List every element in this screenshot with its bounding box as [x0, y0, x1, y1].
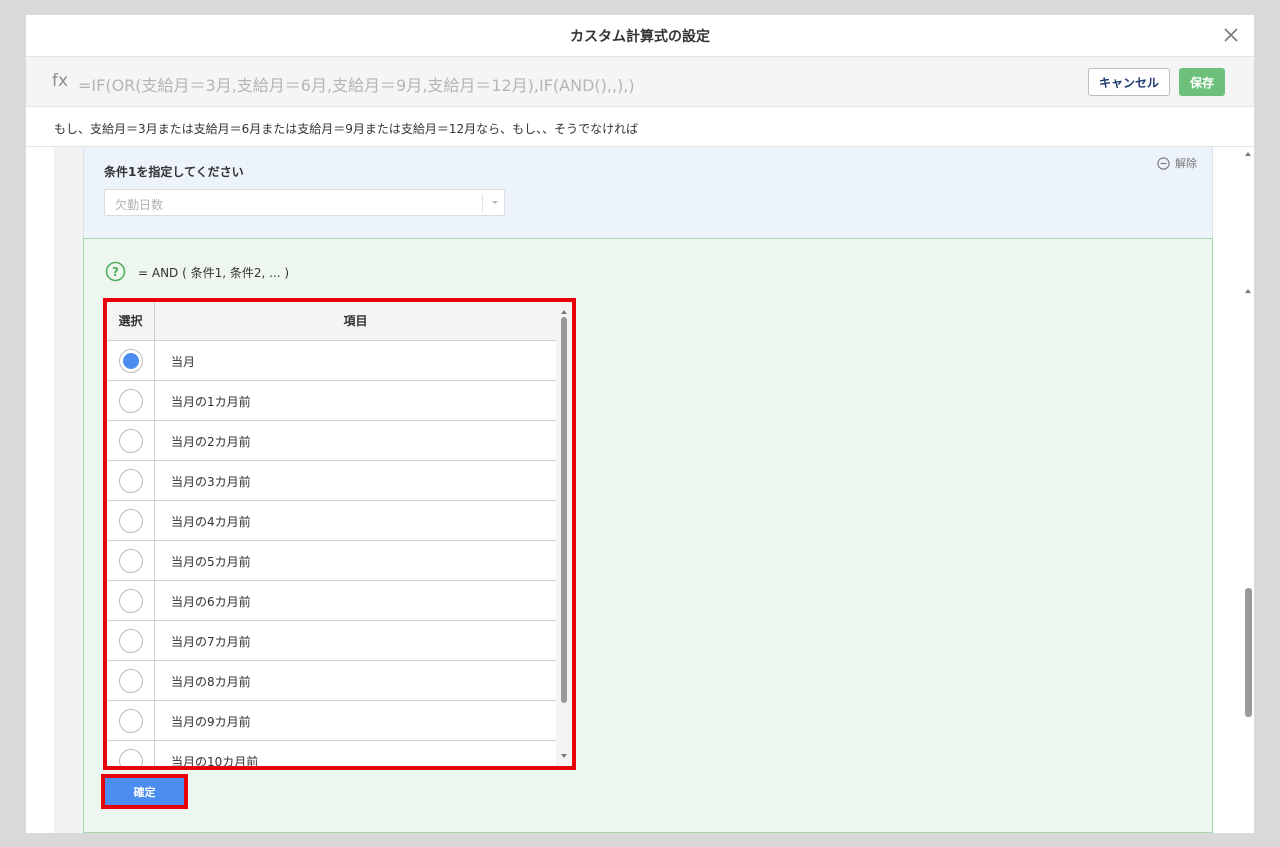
close-icon[interactable] — [1220, 24, 1242, 46]
scroll-up-icon[interactable] — [1245, 289, 1251, 293]
select-cell — [107, 341, 155, 381]
row-radio[interactable] — [119, 589, 143, 613]
select-cell — [107, 381, 155, 421]
formula-text: =IF(OR(支給月＝3月,支給月＝6月,支給月＝9月,支給月＝12月),IF(… — [78, 76, 635, 95]
condition-label: 条件1を指定してください — [104, 165, 244, 179]
month-selection-table: 選択 項目 当月当月の1カ月前 当月の2カ月前 当月の3カ月前 当月の4カ月前 当月の5… — [103, 298, 576, 770]
editor-content: 条件1を指定してください 欠勤日数 解除 ? = AND ( 条件1, 条件2,… — [26, 147, 1254, 833]
scroll-up-icon[interactable] — [1245, 152, 1251, 156]
column-header-select: 選択 — [107, 302, 155, 341]
select-cell — [107, 501, 155, 541]
row-radio[interactable] — [119, 549, 143, 573]
table-header: 選択 項目 — [107, 302, 556, 341]
formula-description-bar: もし、支給月＝3月または支給月＝6月または支給月＝9月または支給月＝12月なら、… — [26, 107, 1254, 147]
minus-circle-icon — [1157, 156, 1170, 170]
table-row[interactable]: 当月の6カ月前 — [107, 581, 556, 621]
row-label: 当月 — [171, 355, 196, 369]
row-label: 当月の8カ月前 — [171, 675, 251, 689]
row-label: 当月の10カ月前 — [171, 755, 259, 769]
row-label: 当月の4カ月前 — [171, 515, 251, 529]
remove-condition-button[interactable]: 解除 — [1157, 155, 1197, 171]
select-cell — [107, 421, 155, 461]
dialog-title: カスタム計算式の設定 — [570, 29, 710, 45]
table-row[interactable]: 当月の7カ月前 — [107, 621, 556, 661]
row-label: 当月の9カ月前 — [171, 715, 251, 729]
scrollbar-thumb[interactable] — [561, 317, 567, 703]
svg-text:?: ? — [112, 265, 119, 279]
row-label: 当月の2カ月前 — [171, 435, 251, 449]
table-row[interactable]: 当月の8カ月前 — [107, 661, 556, 701]
row-label: 当月の1カ月前 — [171, 395, 251, 409]
and-formula-syntax: = AND ( 条件1, 条件2, ... ) — [138, 266, 290, 280]
cancel-button[interactable]: キャンセル — [1088, 68, 1170, 96]
table-row[interactable]: 当月の4カ月前 — [107, 501, 556, 541]
left-gutter — [54, 147, 83, 833]
select-cell — [107, 621, 155, 661]
dialog-header: カスタム計算式の設定 — [26, 15, 1254, 57]
row-radio[interactable] — [119, 509, 143, 533]
row-label: 当月の5カ月前 — [171, 555, 251, 569]
save-button[interactable]: 保存 — [1179, 68, 1225, 96]
custom-formula-dialog: カスタム計算式の設定 fx =IF(OR(支給月＝3月,支給月＝6月,支給月＝9… — [26, 15, 1254, 833]
select-cell — [107, 581, 155, 621]
row-label: 当月の6カ月前 — [171, 595, 251, 609]
row-radio[interactable] — [119, 469, 143, 493]
select-divider — [482, 194, 483, 212]
row-radio[interactable] — [119, 389, 143, 413]
condition-panel: 条件1を指定してください 欠勤日数 解除 — [83, 147, 1213, 238]
table-body: 当月当月の1カ月前 当月の2カ月前 当月の3カ月前 当月の4カ月前 当月の5カ月前 当月の… — [107, 341, 556, 769]
remove-condition-label: 解除 — [1175, 157, 1197, 170]
table-row[interactable]: 当月の3カ月前 — [107, 461, 556, 501]
row-radio[interactable] — [119, 429, 143, 453]
table-row[interactable]: 当月の5カ月前 — [107, 541, 556, 581]
table-scrollbar[interactable] — [556, 302, 572, 766]
formula-description: もし、支給月＝3月または支給月＝6月または支給月＝9月または支給月＝12月なら、… — [54, 122, 639, 136]
scrollbar-thumb[interactable] — [1245, 588, 1252, 717]
table-row[interactable]: 当月の9カ月前 — [107, 701, 556, 741]
content-scrollbar[interactable] — [1242, 147, 1254, 833]
table-row[interactable]: 当月 — [107, 341, 556, 381]
select-cell — [107, 741, 155, 766]
and-function-panel: ? = AND ( 条件1, 条件2, ... ) 選択 項目 当月当月の1カ月… — [83, 238, 1213, 833]
row-radio[interactable] — [119, 749, 143, 766]
select-cell — [107, 701, 155, 741]
scroll-down-icon[interactable] — [561, 754, 567, 758]
help-icon[interactable]: ? — [105, 261, 126, 282]
condition-select[interactable]: 欠勤日数 — [104, 189, 505, 216]
select-cell — [107, 661, 155, 701]
scroll-up-icon[interactable] — [561, 310, 567, 314]
row-radio[interactable] — [119, 629, 143, 653]
table-row[interactable]: 当月の2カ月前 — [107, 421, 556, 461]
row-label: 当月の7カ月前 — [171, 635, 251, 649]
row-label: 当月の3カ月前 — [171, 475, 251, 489]
formula-bar: fx =IF(OR(支給月＝3月,支給月＝6月,支給月＝9月,支給月＝12月),… — [26, 57, 1254, 107]
column-header-item: 項目 — [343, 314, 368, 328]
chevron-down-icon — [492, 201, 498, 204]
row-radio[interactable] — [119, 349, 143, 373]
select-cell — [107, 541, 155, 581]
confirm-button[interactable]: 確定 — [105, 778, 184, 805]
condition-select-value: 欠勤日数 — [115, 198, 164, 212]
table-row[interactable]: 当月の10カ月前 — [107, 741, 556, 769]
fx-icon: fx — [52, 71, 69, 91]
table-row[interactable]: 当月の1カ月前 — [107, 381, 556, 421]
row-radio[interactable] — [119, 709, 143, 733]
row-radio[interactable] — [119, 669, 143, 693]
select-cell — [107, 461, 155, 501]
confirm-button-highlight: 確定 — [101, 774, 188, 809]
